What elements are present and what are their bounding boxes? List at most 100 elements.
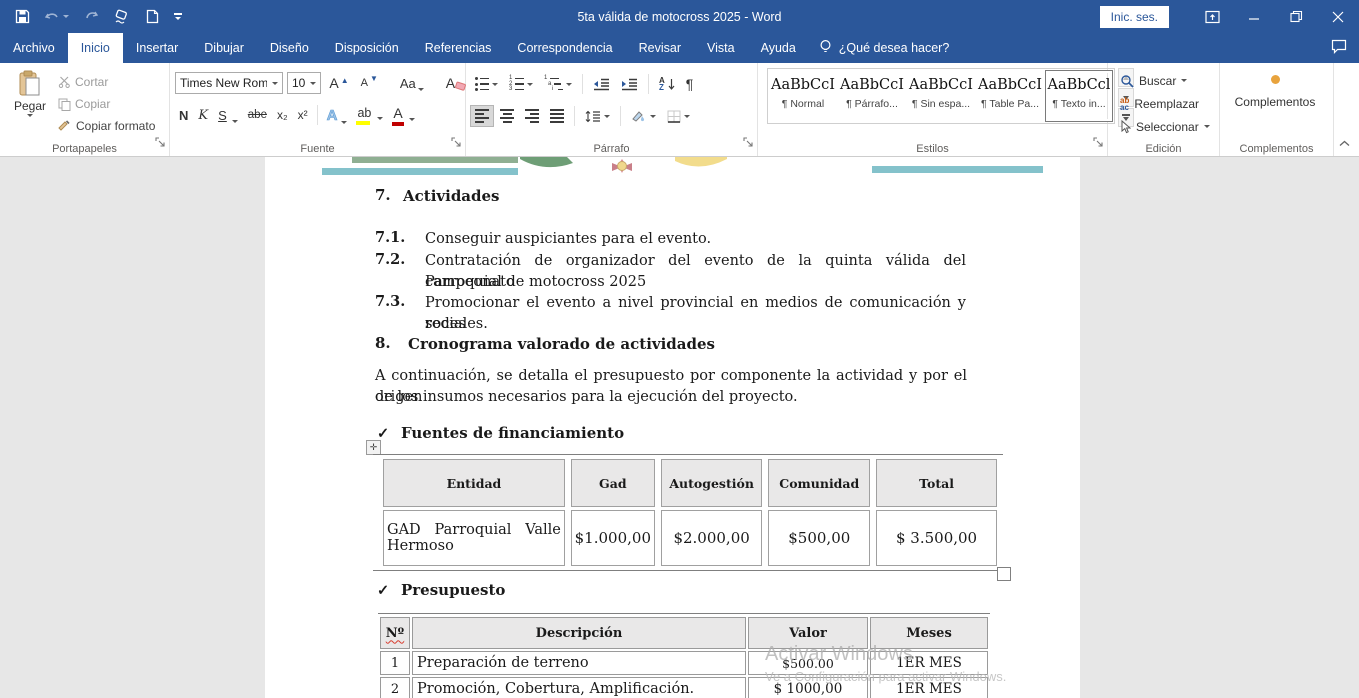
collapse-ribbon-icon[interactable] — [1338, 135, 1351, 153]
funding-header-autogestion[interactable]: Autogestión — [661, 459, 763, 507]
font-color-button[interactable]: A — [389, 103, 418, 127]
sort-button[interactable]: AZ — [655, 74, 679, 94]
sign-in-button[interactable]: Inic. ses. — [1100, 6, 1169, 28]
budget-r2-no[interactable]: 2 — [380, 677, 410, 698]
tab-diseno[interactable]: Diseño — [257, 33, 322, 63]
paragraph-dialog-launcher-icon[interactable] — [743, 135, 754, 153]
highlight-dropdown-icon[interactable] — [377, 117, 383, 120]
find-dropdown-icon[interactable] — [1181, 79, 1187, 82]
font-dialog-launcher-icon[interactable] — [451, 135, 462, 153]
align-center-button[interactable] — [496, 106, 518, 126]
tab-correspondencia[interactable]: Correspondencia — [504, 33, 625, 63]
paste-dropdown-icon[interactable] — [27, 114, 33, 117]
feedback-icon[interactable] — [1331, 39, 1347, 57]
style-sin-espaciado[interactable]: AaBbCcI¶ Sin espa... — [908, 71, 974, 121]
funding-header-total[interactable]: Total — [876, 459, 997, 507]
budget-r1-no[interactable]: 1 — [380, 651, 410, 675]
highlight-button[interactable]: ab — [353, 104, 387, 126]
decrease-indent-button[interactable] — [589, 75, 614, 94]
eraser-icon[interactable] — [114, 9, 131, 24]
funding-cell-comunidad[interactable]: $500,00 — [768, 510, 870, 566]
tab-revisar[interactable]: Revisar — [626, 33, 694, 63]
budget-header-descripcion[interactable]: Descripción — [412, 617, 746, 649]
clipboard-dialog-launcher-icon[interactable] — [155, 135, 166, 153]
tab-dibujar[interactable]: Dibujar — [191, 33, 257, 63]
funding-cell-gad[interactable]: $1.000,00 — [571, 510, 655, 566]
tell-me-box[interactable]: ¿Qué desea hacer? — [809, 33, 960, 63]
funding-header-gad[interactable]: Gad — [571, 459, 655, 507]
customize-qat-icon[interactable] — [174, 13, 182, 19]
change-case-button[interactable]: Aa — [396, 74, 428, 93]
minimize-button[interactable] — [1233, 0, 1275, 33]
document-page[interactable]: 7. Actividades 7.1. Conseguir auspiciant… — [265, 157, 1080, 698]
show-marks-button[interactable]: ¶ — [682, 73, 698, 95]
undo-icon[interactable] — [45, 10, 69, 24]
select-dropdown-icon[interactable] — [1204, 125, 1210, 128]
addins-button[interactable]: Complementos — [1225, 66, 1325, 109]
align-left-button[interactable] — [471, 106, 493, 126]
table-move-handle[interactable]: ✛ — [366, 440, 381, 455]
ribbon-display-options-icon[interactable] — [1191, 0, 1233, 33]
borders-dropdown-icon[interactable] — [684, 115, 690, 118]
undo-dropdown-icon[interactable] — [63, 15, 69, 18]
text-effects-dropdown-icon[interactable] — [341, 121, 347, 124]
funding-cell-entity[interactable]: GAD Parroquial Valle Hermoso — [383, 510, 565, 566]
format-painter-button[interactable]: Copiar formato — [55, 115, 158, 137]
redo-icon[interactable] — [84, 10, 99, 24]
bullets-dropdown-icon[interactable] — [492, 83, 498, 86]
justify-button[interactable] — [546, 106, 568, 126]
bullets-button[interactable] — [471, 74, 502, 94]
budget-r1-desc[interactable]: Preparación de terreno — [412, 651, 746, 675]
tab-vista[interactable]: Vista — [694, 33, 748, 63]
tab-inicio[interactable]: Inicio — [68, 33, 123, 63]
tab-referencias[interactable]: Referencias — [412, 33, 505, 63]
tab-archivo[interactable]: Archivo — [0, 33, 68, 63]
new-document-icon[interactable] — [146, 9, 159, 24]
font-size-combo[interactable]: 10 — [287, 72, 321, 94]
multilevel-dropdown-icon[interactable] — [566, 83, 572, 86]
copy-button[interactable]: Copiar — [55, 93, 158, 115]
budget-header-no[interactable]: Nº — [380, 617, 410, 649]
underline-button[interactable]: S — [214, 106, 242, 125]
tab-disposicion[interactable]: Disposición — [322, 33, 412, 63]
funding-header-entidad[interactable]: Entidad — [383, 459, 565, 507]
restore-button[interactable] — [1275, 0, 1317, 33]
save-icon[interactable] — [15, 9, 30, 24]
font-name-combo[interactable]: Times New Roma — [175, 72, 283, 94]
style-table-paragraph[interactable]: AaBbCcI¶ Table Pa... — [977, 71, 1043, 121]
align-right-button[interactable] — [521, 106, 543, 126]
styles-dialog-launcher-icon[interactable] — [1093, 135, 1104, 153]
font-color-dropdown-icon[interactable] — [409, 118, 415, 121]
subscript-button[interactable]: x₂ — [273, 106, 292, 124]
numbering-button[interactable]: 123 — [505, 74, 537, 94]
italic-button[interactable]: K — [194, 106, 212, 125]
shading-dropdown-icon[interactable] — [650, 115, 656, 118]
increase-indent-button[interactable] — [617, 75, 642, 94]
funding-cell-autogestion[interactable]: $2.000,00 — [661, 510, 763, 566]
find-button[interactable]: Buscar — [1118, 69, 1214, 92]
style-parrafo[interactable]: AaBbCcI¶ Párrafo... — [839, 71, 905, 121]
funding-header-comunidad[interactable]: Comunidad — [768, 459, 870, 507]
style-normal[interactable]: AaBbCcI¶ Normal — [770, 71, 836, 121]
funding-table[interactable]: Entidad Gad Autogestión Comunidad Total … — [373, 454, 1003, 571]
shrink-font-button[interactable]: A▼ — [357, 75, 382, 91]
font-name-dropdown-icon[interactable] — [272, 82, 278, 85]
paste-button[interactable]: Pegar — [5, 66, 55, 139]
replace-button[interactable]: abac Reemplazar — [1118, 92, 1214, 115]
budget-r2-desc[interactable]: Promoción, Cobertura, Amplificación. — [412, 677, 746, 698]
numbering-dropdown-icon[interactable] — [527, 83, 533, 86]
borders-button[interactable] — [663, 107, 694, 126]
tab-ayuda[interactable]: Ayuda — [748, 33, 809, 63]
superscript-button[interactable]: x² — [294, 106, 312, 124]
line-spacing-button[interactable] — [581, 107, 614, 126]
underline-dropdown-icon[interactable] — [232, 120, 238, 123]
style-texto-independiente[interactable]: AaBbCcl¶ Texto in... — [1046, 71, 1112, 121]
cut-button[interactable]: Cortar — [55, 71, 158, 93]
multilevel-list-button[interactable]: 1ai — [540, 74, 576, 94]
text-effects-button[interactable]: A — [323, 105, 352, 126]
select-button[interactable]: Seleccionar — [1118, 115, 1214, 138]
tab-insertar[interactable]: Insertar — [123, 33, 191, 63]
line-spacing-dropdown-icon[interactable] — [604, 115, 610, 118]
table-resize-handle[interactable] — [997, 567, 1011, 581]
grow-font-button[interactable]: A▲ — [325, 73, 352, 93]
